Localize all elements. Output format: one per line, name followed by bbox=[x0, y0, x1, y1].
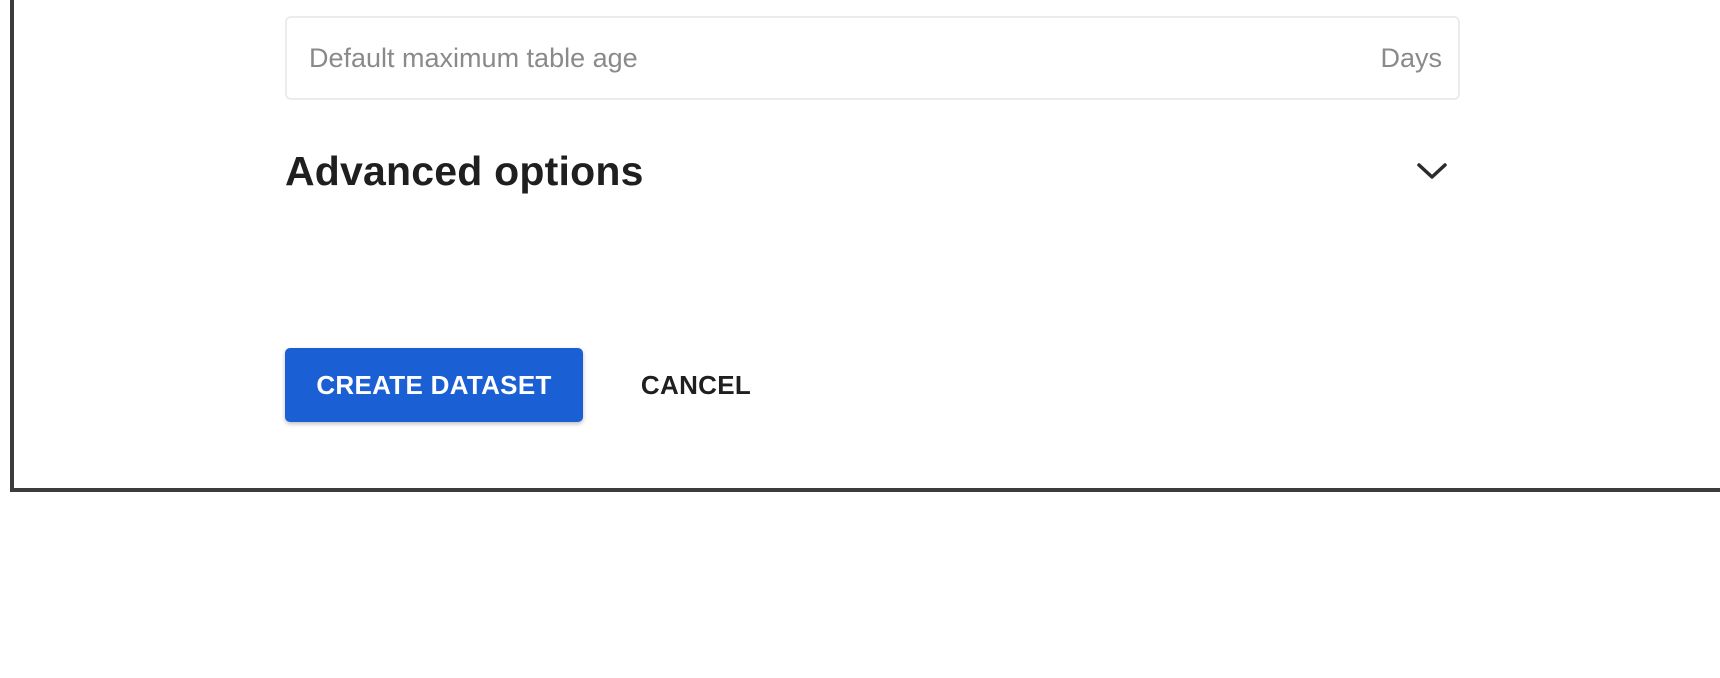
chevron-down-icon[interactable] bbox=[1412, 151, 1452, 191]
days-suffix: Days bbox=[1380, 42, 1442, 73]
default-max-table-age-field[interactable]: Default maximum table age Days bbox=[285, 16, 1460, 100]
advanced-options-toggle[interactable]: Advanced options bbox=[285, 136, 1460, 206]
table-age-placeholder: Default maximum table age bbox=[309, 42, 638, 73]
advanced-options-title: Advanced options bbox=[285, 147, 644, 194]
create-dataset-button[interactable]: CREATE DATASET bbox=[285, 348, 583, 422]
cancel-button[interactable]: CANCEL bbox=[616, 348, 776, 422]
dialog-panel: Default maximum table age Days Advanced … bbox=[10, 0, 1720, 492]
